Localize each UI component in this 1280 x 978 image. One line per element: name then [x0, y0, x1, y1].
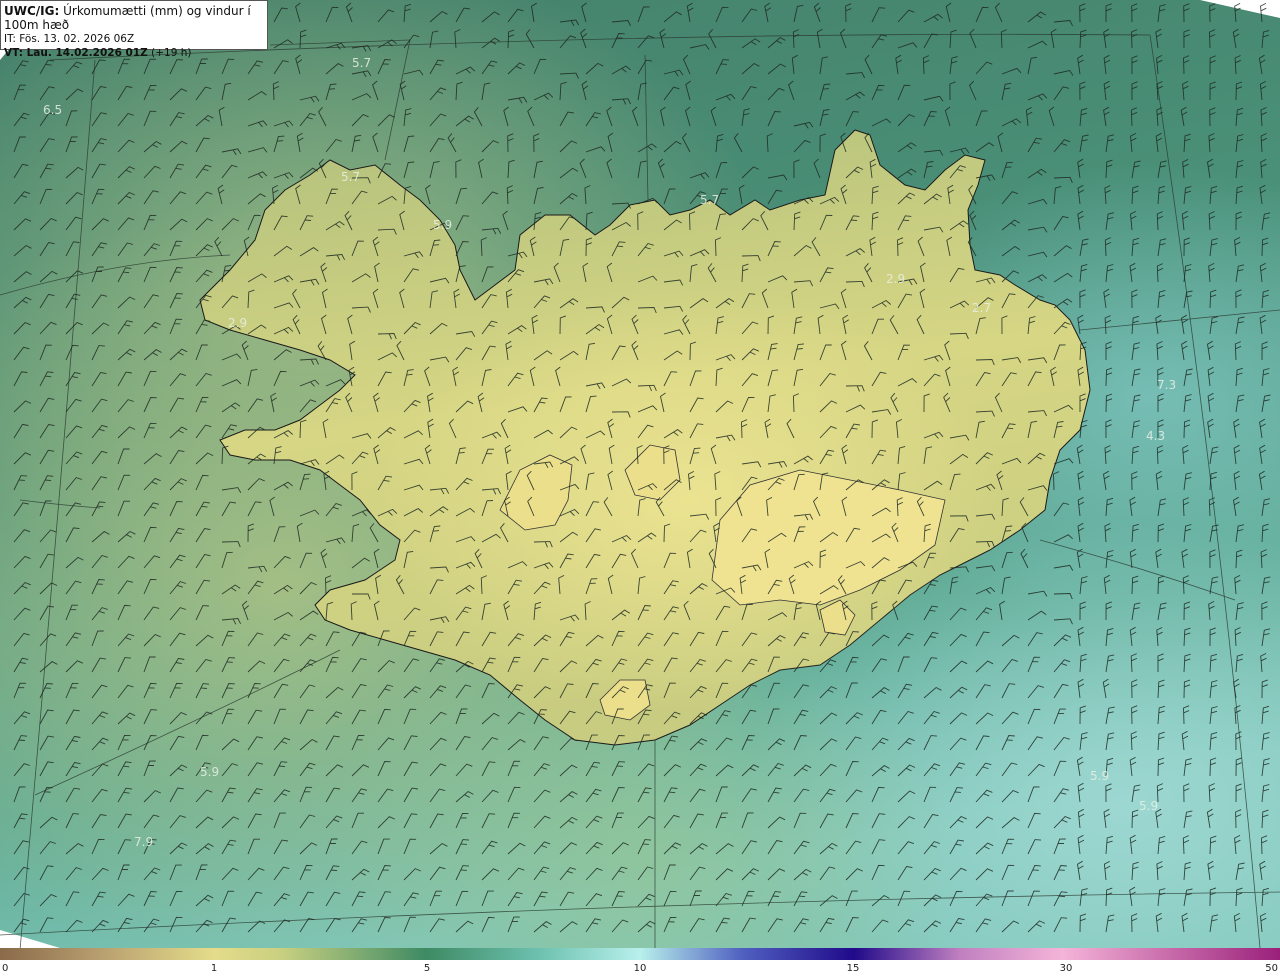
map-label: 5.9 — [200, 765, 219, 779]
map-label: 6.5 — [43, 103, 62, 117]
map-info-box: UWC/IG: Úrkomumætti (mm) og vindur í 100… — [0, 0, 268, 59]
map-label: 5.7 — [352, 56, 371, 70]
colorbar: 0 1 5 10 15 30 50 — [0, 948, 1280, 978]
product-code: UWC/IG: — [4, 4, 60, 18]
map-label: 5.7 — [341, 170, 360, 184]
map-label: 7.3 — [1157, 378, 1176, 392]
colorbar-strip — [0, 948, 1280, 960]
colorbar-tick: 30 — [1059, 963, 1073, 974]
map-label: 2.9 — [886, 272, 905, 286]
colorbar-tick: 50 — [1265, 963, 1278, 974]
init-time: IT: Fös. 13. 02. 2026 06Z — [4, 33, 135, 45]
map-label: 7.9 — [134, 835, 153, 849]
weather-map: 5.7 6.5 5.7 5.9 5.7 2.9 2.7 2.9 7.3 4.3 … — [0, 0, 1280, 948]
map-label: 5.9 — [433, 218, 452, 232]
map-label: 2.9 — [228, 316, 247, 330]
valid-time-line: VT: Lau. 14.02.2026 01Z (+19 h) — [4, 46, 264, 60]
valid-time: VT: Lau. 14.02.2026 01Z — [4, 47, 148, 59]
map-label: 5.7 — [700, 193, 719, 207]
map-label: 4.3 — [1146, 429, 1165, 443]
forecast-lead: (+19 h) — [147, 47, 192, 59]
colorbar-tick: 0 — [2, 963, 9, 974]
map-label: 2.7 — [972, 301, 991, 315]
colorbar-tick: 5 — [423, 963, 431, 974]
map-label: 5.9 — [1090, 769, 1109, 783]
colorbar-tick: 15 — [846, 963, 860, 974]
title-line: UWC/IG: Úrkomumætti (mm) og vindur í 100… — [4, 4, 264, 32]
colorbar-tick: 10 — [633, 963, 647, 974]
map-label: 5.9 — [1139, 799, 1158, 813]
colorbar-tick: 1 — [210, 963, 218, 974]
